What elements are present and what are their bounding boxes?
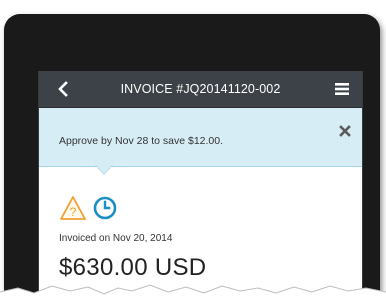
clock-icon: [93, 196, 117, 220]
approval-banner: Approve by Nov 28 to save $12.00.: [39, 108, 362, 167]
status-icons: ?: [59, 195, 117, 221]
hamburger-menu-icon: [335, 83, 349, 95]
close-icon: [339, 125, 351, 137]
banner-message: Approve by Nov 28 to save $12.00.: [59, 135, 224, 147]
page-title: INVOICE #JQ20141120-002: [120, 82, 281, 96]
torn-edge: [0, 284, 386, 304]
svg-text:?: ?: [70, 205, 77, 219]
banner-close-button[interactable]: [338, 124, 352, 138]
screenshot-stage: INVOICE #JQ20141120-002 Approve by Nov 2…: [0, 0, 386, 304]
menu-button[interactable]: [330, 71, 354, 107]
chevron-left-icon: [58, 81, 68, 97]
back-button[interactable]: [49, 71, 77, 107]
banner-pointer-fill: [96, 165, 112, 174]
nav-bar: INVOICE #JQ20141120-002: [39, 71, 362, 108]
app-screen: INVOICE #JQ20141120-002 Approve by Nov 2…: [38, 71, 363, 304]
invoice-date: Invoiced on Nov 20, 2014: [59, 233, 173, 244]
warning-icon: ?: [60, 196, 86, 220]
